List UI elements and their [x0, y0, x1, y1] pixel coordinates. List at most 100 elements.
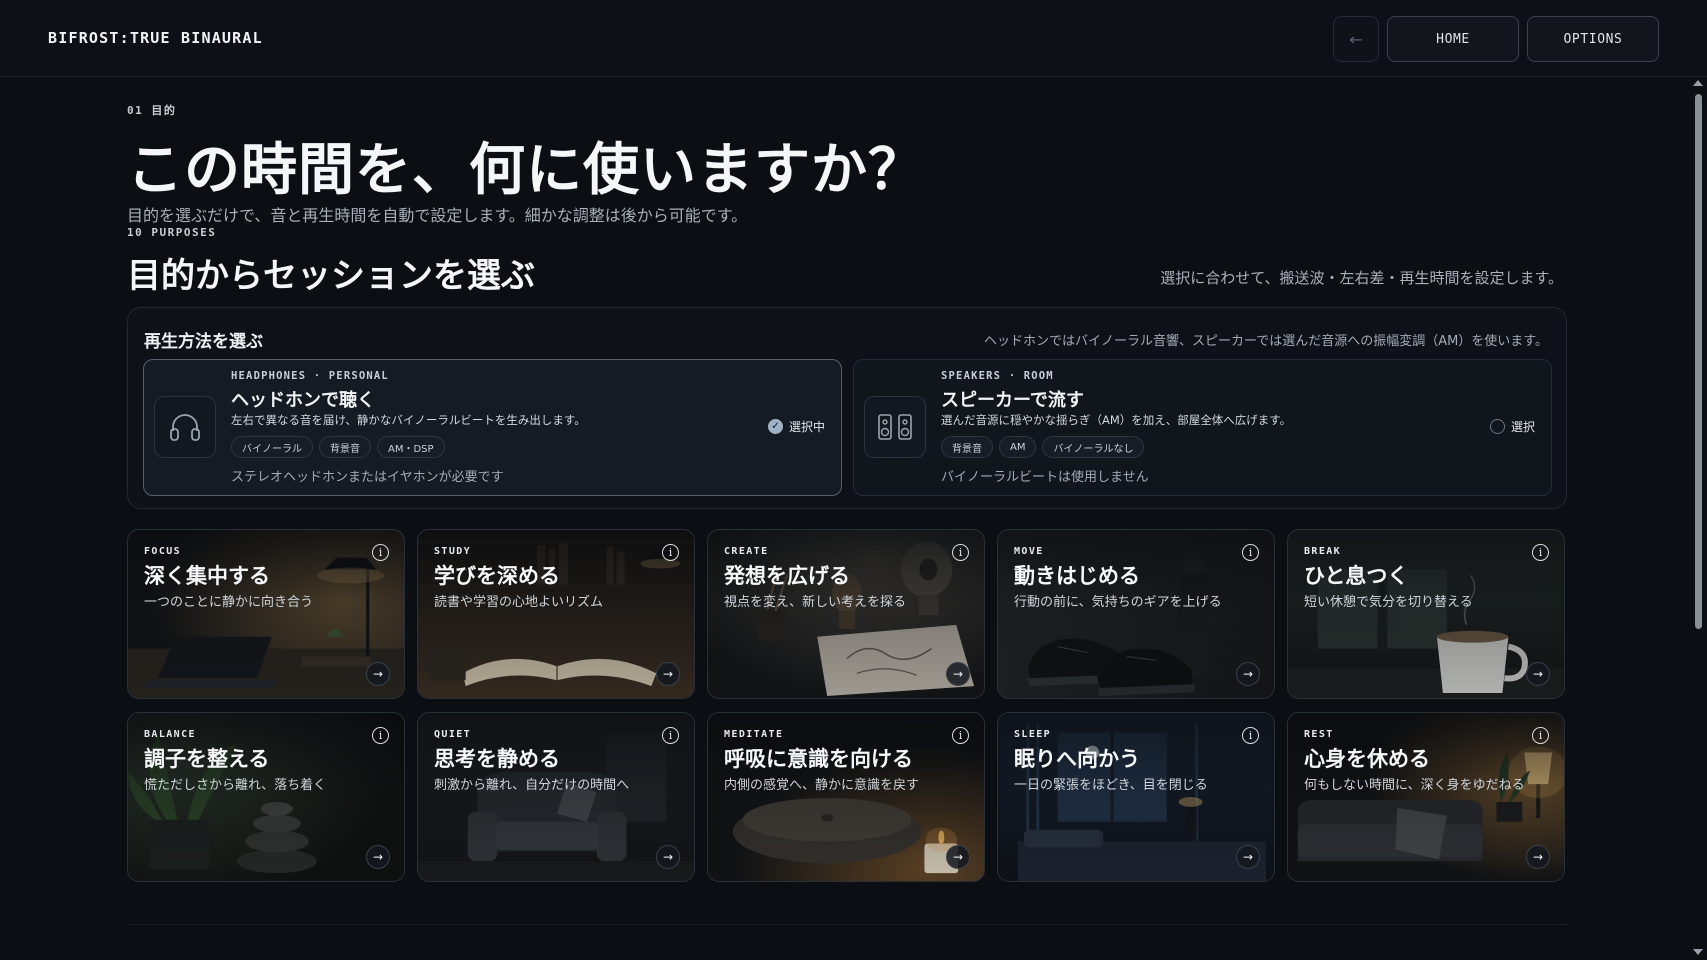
- card-tag: CREATE: [724, 546, 769, 557]
- card-description: 何もしない時間に、深く身をゆだねる: [1304, 778, 1525, 793]
- mode-chips: 背景音 AM バイノーラルなし: [941, 436, 1145, 458]
- arrow-right-icon[interactable]: →: [366, 845, 390, 869]
- mode-state-label: 選択中: [788, 420, 825, 434]
- purpose-card-study[interactable]: STUDY 学びを深める 読書や学習の心地よいリズム i →: [417, 529, 695, 699]
- home-button[interactable]: HOME: [1387, 16, 1519, 62]
- step-label: 01 目的: [127, 104, 177, 117]
- purpose-card-break[interactable]: BREAK ひと息つく 短い休憩で気分を切り替える i →: [1287, 529, 1565, 699]
- headphones-icon: [154, 396, 216, 458]
- page-lead: 目的を選ぶだけで、音と再生時間を自動で設定します。細かな調整は後から可能です。: [127, 206, 748, 225]
- arrow-right-icon[interactable]: →: [656, 845, 680, 869]
- purpose-card-rest[interactable]: REST 心身を休める 何もしない時間に、深く身をゆだねる i →: [1287, 712, 1565, 882]
- mode-headphones[interactable]: HEADPHONES · PERSONAL ヘッドホンで聴く 左右で異なる音を届…: [143, 359, 842, 496]
- card-description: 短い休憩で気分を切り替える: [1304, 595, 1473, 610]
- purpose-card-move[interactable]: MOVE 動きはじめる 行動の前に、気持ちのギアを上げる i →: [997, 529, 1275, 699]
- card-title: 発想を広げる: [724, 564, 850, 588]
- app-brand: BIFROST:TRUE BINAURAL: [48, 29, 263, 47]
- mode-tag: SPEAKERS · ROOM: [941, 370, 1054, 382]
- purpose-card-meditate[interactable]: MEDITATE 呼吸に意識を向ける 内側の感覚へ、静かに意識を戻す i →: [707, 712, 985, 882]
- card-tag: MOVE: [1014, 546, 1044, 557]
- arrow-right-icon[interactable]: →: [656, 662, 680, 686]
- mode-tag: HEADPHONES · PERSONAL: [231, 370, 389, 382]
- card-tag: STUDY: [434, 546, 472, 557]
- arrow-right-icon[interactable]: →: [946, 845, 970, 869]
- info-icon[interactable]: i: [372, 544, 389, 561]
- card-title: 眠りへ向かう: [1014, 747, 1140, 771]
- card-title: 動きはじめる: [1014, 564, 1140, 588]
- card-description: 視点を変え、新しい考えを探る: [724, 595, 907, 610]
- page-title: この時間を、何に使いますか？: [127, 138, 925, 203]
- info-icon[interactable]: i: [952, 727, 969, 744]
- card-tag: FOCUS: [144, 546, 182, 557]
- mode-description: 左右で異なる音を届け、静かなバイノーラルビートを生み出します。: [231, 413, 586, 427]
- chip: AM・DSP: [377, 436, 445, 458]
- section-title: 目的からセッションを選ぶ: [127, 256, 535, 296]
- arrow-left-icon: ←: [1349, 29, 1363, 49]
- mode-chips: バイノーラル 背景音 AM・DSP: [231, 436, 445, 458]
- card-tag: BALANCE: [144, 729, 196, 740]
- arrow-right-icon[interactable]: →: [366, 662, 390, 686]
- chip: バイノーラル: [231, 436, 313, 458]
- card-description: 行動の前に、気持ちのギアを上げる: [1014, 595, 1222, 610]
- playback-panel: 再生方法を選ぶ ヘッドホンではバイノーラル音響、スピーカーでは選んだ音源への振幅…: [127, 307, 1567, 509]
- speakers-icon: [864, 396, 926, 458]
- card-description: 内側の感覚へ、静かに意識を戻す: [724, 778, 920, 793]
- arrow-right-icon[interactable]: →: [1526, 845, 1550, 869]
- info-icon[interactable]: i: [662, 544, 679, 561]
- chip: AM: [999, 436, 1037, 458]
- info-icon[interactable]: i: [1532, 727, 1549, 744]
- info-icon[interactable]: i: [952, 544, 969, 561]
- card-title: 深く集中する: [144, 564, 270, 588]
- chip: 背景音: [941, 436, 993, 458]
- info-icon[interactable]: i: [1242, 727, 1259, 744]
- card-description: 一日の緊張をほどき、目を閉じる: [1014, 778, 1208, 793]
- check-icon: ✓: [767, 419, 783, 434]
- radio-icon: [1489, 419, 1505, 434]
- info-icon[interactable]: i: [1242, 544, 1259, 561]
- card-description: 読書や学習の心地よいリズム: [434, 595, 604, 610]
- divider: [127, 924, 1567, 925]
- playback-note: ヘッドホンではバイノーラル音響、スピーカーでは選んだ音源への振幅変調（AM）を使…: [983, 334, 1548, 349]
- card-tag: BREAK: [1304, 546, 1342, 557]
- top-bar: BIFROST:TRUE BINAURAL ← HOME OPTIONS: [0, 0, 1707, 77]
- mode-requirement: バイノーラルビートは使用しません: [941, 470, 1149, 485]
- chip: 背景音: [319, 436, 371, 458]
- card-title: 呼吸に意識を向ける: [724, 747, 913, 771]
- arrow-right-icon[interactable]: →: [1526, 662, 1550, 686]
- options-button[interactable]: OPTIONS: [1527, 16, 1659, 62]
- mode-selection-state[interactable]: ✓ 選択中: [767, 418, 825, 435]
- card-description: 慌ただしさから離れ、落ち着く: [144, 778, 327, 793]
- info-icon[interactable]: i: [372, 727, 389, 744]
- purpose-card-sleep[interactable]: SLEEP 眠りへ向かう 一日の緊張をほどき、目を閉じる i →: [997, 712, 1275, 882]
- arrow-right-icon[interactable]: →: [1236, 662, 1260, 686]
- section-eyebrow: 10 PURPOSES: [127, 226, 217, 239]
- card-tag: SLEEP: [1014, 729, 1052, 740]
- info-icon[interactable]: i: [662, 727, 679, 744]
- card-title: 調子を整える: [144, 747, 270, 771]
- mode-title: スピーカーで流す: [941, 390, 1084, 411]
- mode-requirement: ステレオヘッドホンまたはイヤホンが必要です: [231, 470, 504, 485]
- playback-title: 再生方法を選ぶ: [144, 332, 263, 352]
- mode-speakers[interactable]: SPEAKERS · ROOM スピーカーで流す 選んだ音源に穏やかな揺らぎ（A…: [853, 359, 1552, 496]
- arrow-right-icon[interactable]: →: [946, 662, 970, 686]
- card-tag: QUIET: [434, 729, 472, 740]
- arrow-right-icon[interactable]: →: [1236, 845, 1260, 869]
- back-button[interactable]: ←: [1333, 16, 1379, 62]
- scrollbar-thumb[interactable]: [1695, 94, 1702, 629]
- card-title: 学びを深める: [434, 564, 560, 588]
- mode-selection-state[interactable]: 選択: [1489, 418, 1535, 435]
- mode-state-label: 選択: [1510, 420, 1535, 434]
- info-icon[interactable]: i: [1532, 544, 1549, 561]
- card-title: 心身を休める: [1304, 747, 1430, 771]
- purpose-card-focus[interactable]: FOCUS 深く集中する 一つのことに静かに向き合う i →: [127, 529, 405, 699]
- card-description: 刺激から離れ、自分だけの時間へ: [434, 778, 630, 793]
- section-note: 選択に合わせて、搬送波・左右差・再生時間を設定します。: [1160, 269, 1563, 287]
- purpose-card-quiet[interactable]: QUIET 思考を静める 刺激から離れ、自分だけの時間へ i →: [417, 712, 695, 882]
- purpose-card-create[interactable]: CREATE 発想を広げる 視点を変え、新しい考えを探る i →: [707, 529, 985, 699]
- scroll-up-arrow[interactable]: [1693, 80, 1703, 86]
- card-description: 一つのことに静かに向き合う: [144, 595, 314, 610]
- scroll-down-arrow[interactable]: [1693, 949, 1703, 955]
- purpose-card-balance[interactable]: BALANCE 調子を整える 慌ただしさから離れ、落ち着く i →: [127, 712, 405, 882]
- card-tag: REST: [1304, 729, 1334, 740]
- mode-title: ヘッドホンで聴く: [231, 390, 375, 411]
